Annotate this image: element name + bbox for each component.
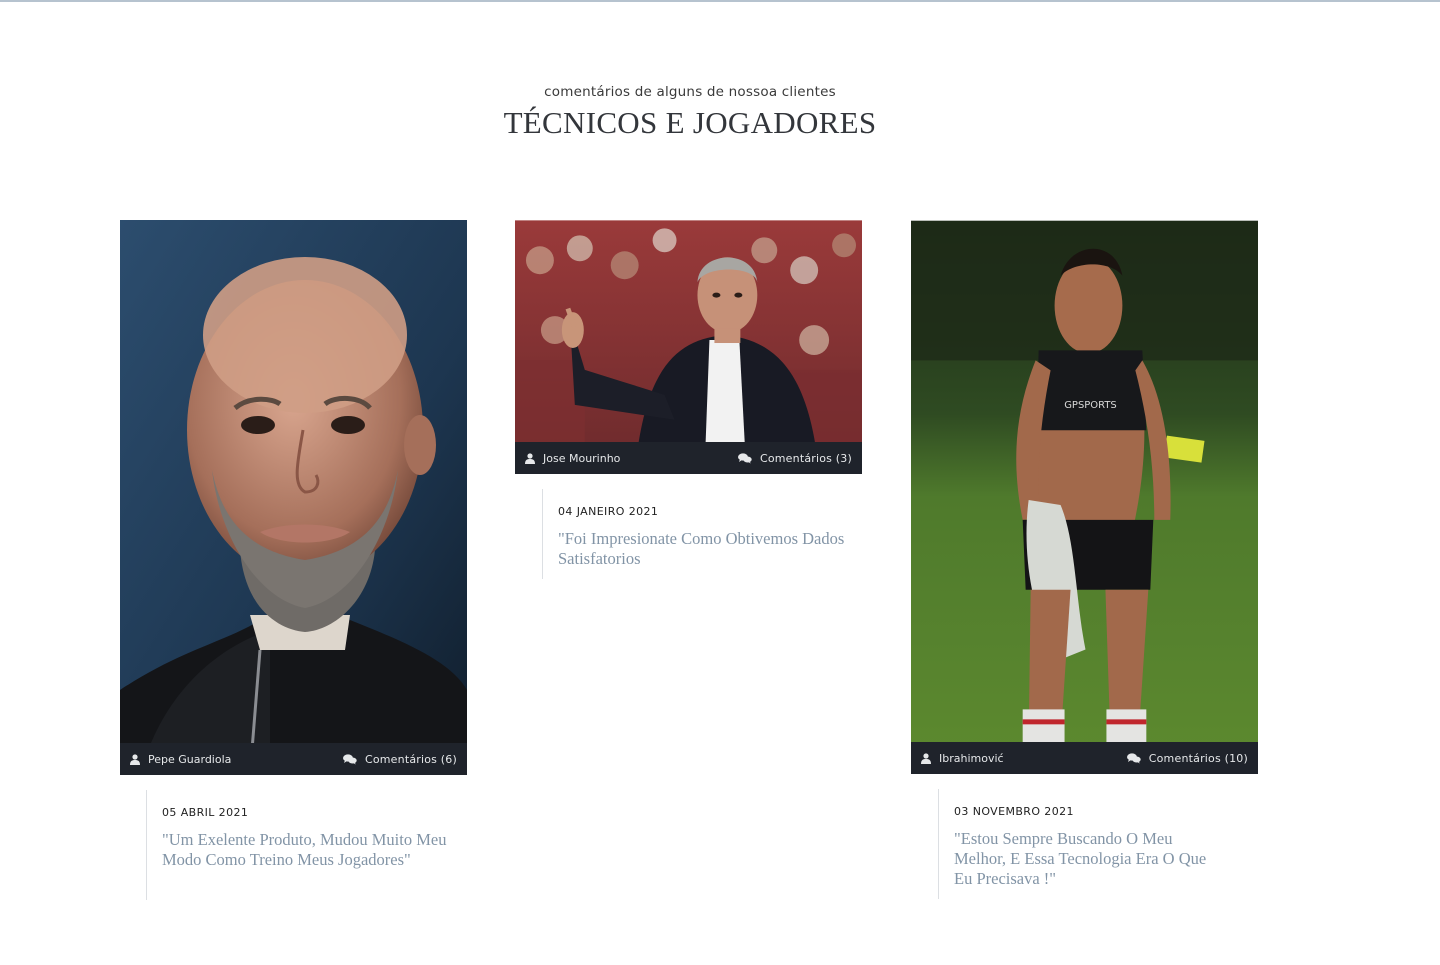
- section-header: comentários de alguns de nossoa clientes…: [0, 84, 1380, 141]
- author-name[interactable]: Ibrahimović: [939, 752, 1004, 765]
- photo-frame: GPSPORTS Ibrahimović Comentários (10): [911, 220, 1258, 774]
- guardiola-photo[interactable]: [120, 220, 467, 775]
- svg-text:GPSPORTS: GPSPORTS: [1064, 400, 1117, 411]
- meta-bar: Jose Mourinho Comentários (3): [515, 442, 862, 474]
- section-title: TÉCNICOS E JOGADORES: [503, 105, 877, 140]
- author-info: Pepe Guardiola: [130, 753, 231, 766]
- testimonial-quote-guardiola: 05 ABRIL 2021 "Um Exelente Produto, Mudo…: [146, 790, 451, 900]
- ibrahimovic-photo[interactable]: GPSPORTS: [911, 220, 1258, 774]
- meta-bar: Pepe Guardiola Comentários (6): [120, 743, 467, 775]
- author-info: Ibrahimović: [921, 752, 1004, 765]
- post-date: 04 JANEIRO 2021: [558, 505, 659, 518]
- section-subtitle: comentários de alguns de nossoa clientes: [544, 84, 836, 100]
- post-date: 05 ABRIL 2021: [162, 806, 249, 819]
- author-info: Jose Mourinho: [525, 452, 620, 465]
- author-name[interactable]: Jose Mourinho: [543, 452, 620, 465]
- comments-icon: [342, 753, 357, 764]
- comments-count[interactable]: Comentários (6): [365, 753, 457, 766]
- photo-frame: Jose Mourinho Comentários (3): [515, 220, 862, 474]
- user-icon: [130, 753, 140, 765]
- mourinho-photo[interactable]: [515, 220, 862, 474]
- photo-frame: Pepe Guardiola Comentários (6): [120, 220, 467, 775]
- testimonial-card-mourinho: Jose Mourinho Comentários (3): [515, 220, 862, 474]
- testimonial-card-guardiola: Pepe Guardiola Comentários (6): [120, 220, 467, 775]
- quote-text[interactable]: "Estou Sempre Buscando O Meu Melhor, E E…: [954, 829, 1228, 889]
- comments-icon: [1126, 752, 1141, 763]
- quote-text[interactable]: "Foi Impresionate Como Obtivemos Dados S…: [558, 529, 847, 569]
- comments-icon: [737, 452, 752, 463]
- top-divider: [0, 0, 1440, 2]
- comments-count[interactable]: Comentários (10): [1149, 752, 1248, 765]
- testimonial-quote-ibrahimovic: 03 NOVEMBRO 2021 "Estou Sempre Buscando …: [938, 789, 1228, 899]
- author-name[interactable]: Pepe Guardiola: [148, 753, 231, 766]
- meta-bar: Ibrahimović Comentários (10): [911, 742, 1258, 774]
- comments-link[interactable]: Comentários (3): [737, 452, 852, 465]
- comments-count[interactable]: Comentários (3): [760, 452, 852, 465]
- user-icon: [525, 452, 535, 464]
- comments-link[interactable]: Comentários (6): [342, 753, 457, 766]
- comments-link[interactable]: Comentários (10): [1126, 752, 1248, 765]
- testimonial-card-ibrahimovic: GPSPORTS Ibrahimović Comentários (10): [911, 220, 1258, 774]
- testimonial-quote-mourinho: 04 JANEIRO 2021 "Foi Impresionate Como O…: [542, 489, 847, 579]
- quote-text[interactable]: "Um Exelente Produto, Mudou Muito Meu Mo…: [162, 830, 451, 870]
- user-icon: [921, 752, 931, 764]
- post-date: 03 NOVEMBRO 2021: [954, 805, 1074, 818]
